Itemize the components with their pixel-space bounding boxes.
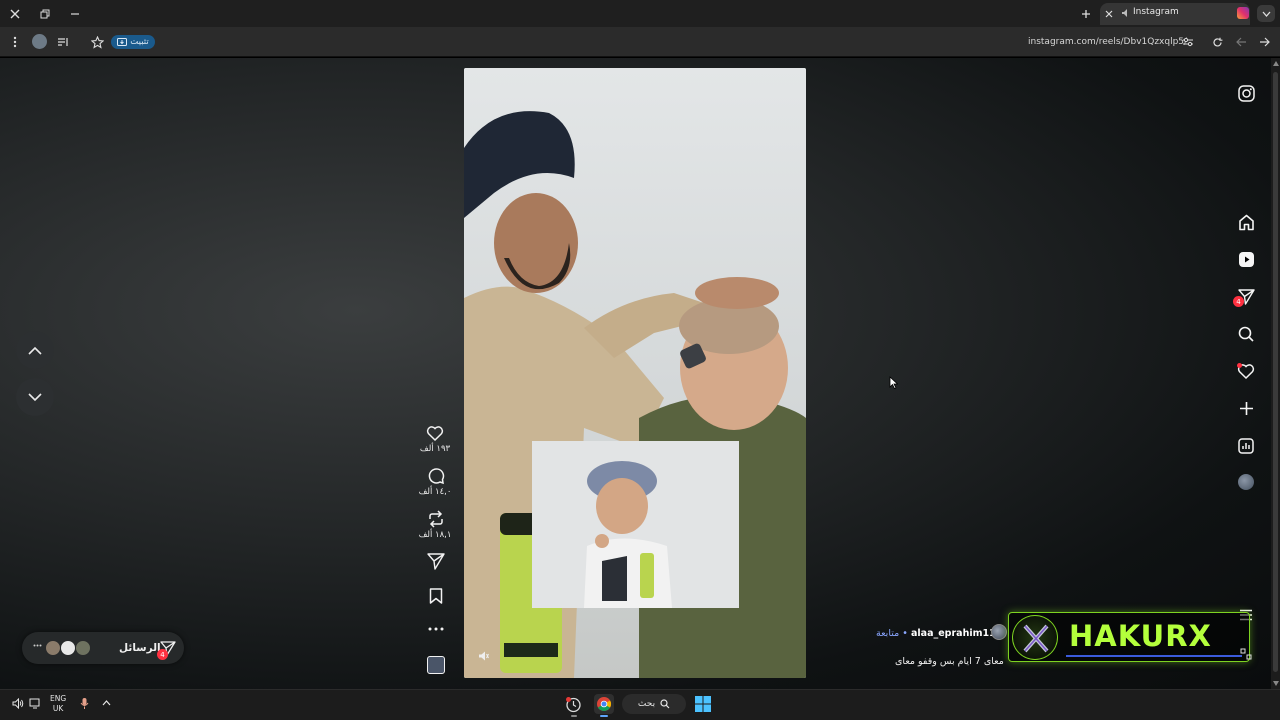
bookmark-icon (429, 588, 443, 604)
ellipsis-icon (428, 627, 444, 631)
mouse-cursor-icon (889, 376, 898, 389)
chrome-icon (597, 697, 611, 711)
bookmark-star-icon[interactable] (89, 34, 105, 50)
running-indicator (571, 715, 577, 717)
mute-toggle-icon[interactable] (478, 650, 490, 662)
install-label: تثبيت (130, 37, 149, 47)
avatar (45, 640, 61, 656)
reel-caption: معاى 7 ايام بس وقفو معاى (895, 656, 1004, 667)
window-close-icon[interactable] (8, 7, 22, 21)
install-app-button[interactable]: تثبيت (111, 35, 155, 49)
likes-count: ١٩٣ ألف (419, 444, 451, 454)
watermark-text: HAKURX (1069, 619, 1212, 653)
heart-icon (426, 426, 444, 441)
scroll-up-icon[interactable] (1273, 61, 1279, 66)
repost-icon (429, 510, 443, 528)
install-icon (117, 37, 128, 46)
scrollbar-thumb[interactable] (1273, 72, 1278, 672)
reading-list-icon[interactable] (56, 35, 70, 49)
instagram-logo-icon[interactable] (1235, 82, 1257, 104)
reel-video[interactable] (464, 68, 806, 678)
author-avatar[interactable] (991, 624, 1007, 640)
taskbar-search-label: بحث (637, 699, 656, 709)
watermark-underline (1066, 655, 1242, 657)
watermark-corner-icon (1240, 648, 1252, 660)
tab-title: Instagram (1133, 7, 1179, 17)
search-icon[interactable] (1235, 323, 1257, 345)
url-field[interactable]: instagram.com/reels/Dbv1Qzxqlp5/ (1028, 37, 1187, 47)
show-hidden-icons-icon[interactable] (102, 700, 111, 706)
language-code: ENG (50, 694, 67, 703)
search-icon (660, 699, 670, 709)
scroll-down-icon[interactable] (1273, 681, 1279, 686)
create-icon[interactable] (1235, 397, 1257, 419)
tab-audio-icon (1121, 8, 1131, 18)
audio-thumbnail[interactable] (427, 656, 445, 674)
watermark-logo-icon (1012, 615, 1058, 660)
window-restore-icon[interactable] (38, 7, 52, 21)
reposts-count: ١٨,١ ألف (418, 530, 452, 540)
avatar (75, 640, 91, 656)
language-indicator[interactable]: ENG UK (50, 694, 66, 714)
browser-menu-icon[interactable] (8, 35, 22, 49)
save-button[interactable] (429, 588, 443, 604)
more-options-button[interactable] (428, 627, 444, 631)
chevron-down-icon (28, 392, 42, 401)
forward-arrow-icon[interactable] (1234, 35, 1248, 49)
avatar (60, 640, 76, 656)
new-tab-icon[interactable] (1079, 7, 1093, 21)
notification-dot (1237, 363, 1242, 368)
site-settings-icon[interactable] (1181, 35, 1195, 49)
instagram-favicon-icon (1237, 7, 1249, 19)
screen-recorder-icon[interactable] (565, 696, 582, 713)
taskbar-search[interactable]: بحث (622, 694, 686, 714)
messages-bar-badge: 4 (157, 649, 168, 660)
home-icon[interactable] (1235, 211, 1257, 233)
back-arrow-icon[interactable] (1257, 35, 1271, 49)
follow-button[interactable]: متابعة • (876, 628, 908, 639)
window-minimize-icon[interactable] (68, 7, 82, 21)
windows-start-icon[interactable] (695, 696, 711, 712)
inset-scene (532, 441, 739, 608)
messages-badge: 4 (1233, 296, 1244, 307)
network-icon[interactable] (29, 698, 41, 709)
dashboard-icon[interactable] (1235, 435, 1257, 457)
comment-button[interactable] (427, 467, 445, 485)
volume-icon[interactable] (12, 698, 24, 709)
author-username[interactable]: alaa_eprahim11 (911, 628, 996, 639)
profile-avatar[interactable] (1238, 474, 1254, 490)
send-icon (427, 553, 445, 570)
tab-search-icon[interactable] (1257, 5, 1275, 22)
chevron-up-icon (28, 346, 42, 355)
like-button[interactable] (426, 425, 444, 441)
reload-icon[interactable] (1210, 35, 1224, 49)
tab-close-icon[interactable] (1103, 8, 1115, 20)
chrome-taskbar-button[interactable] (594, 694, 614, 714)
comment-icon (428, 468, 445, 485)
repost-button[interactable] (427, 510, 445, 528)
comments-count: ١٤,٠ ألف (418, 487, 452, 497)
profile-avatar-icon[interactable] (32, 34, 47, 49)
microphone-icon[interactable] (80, 697, 89, 710)
reels-icon[interactable] (1235, 248, 1257, 270)
previous-reel-button[interactable] (16, 331, 54, 369)
active-app-indicator (600, 715, 608, 717)
picture-in-picture-clip (532, 441, 739, 608)
messages-label: الرسائل (119, 642, 161, 654)
share-button[interactable] (427, 553, 445, 570)
more-dots-icon (33, 644, 42, 647)
keyboard-layout: UK (52, 704, 64, 713)
next-reel-button[interactable] (16, 378, 54, 416)
